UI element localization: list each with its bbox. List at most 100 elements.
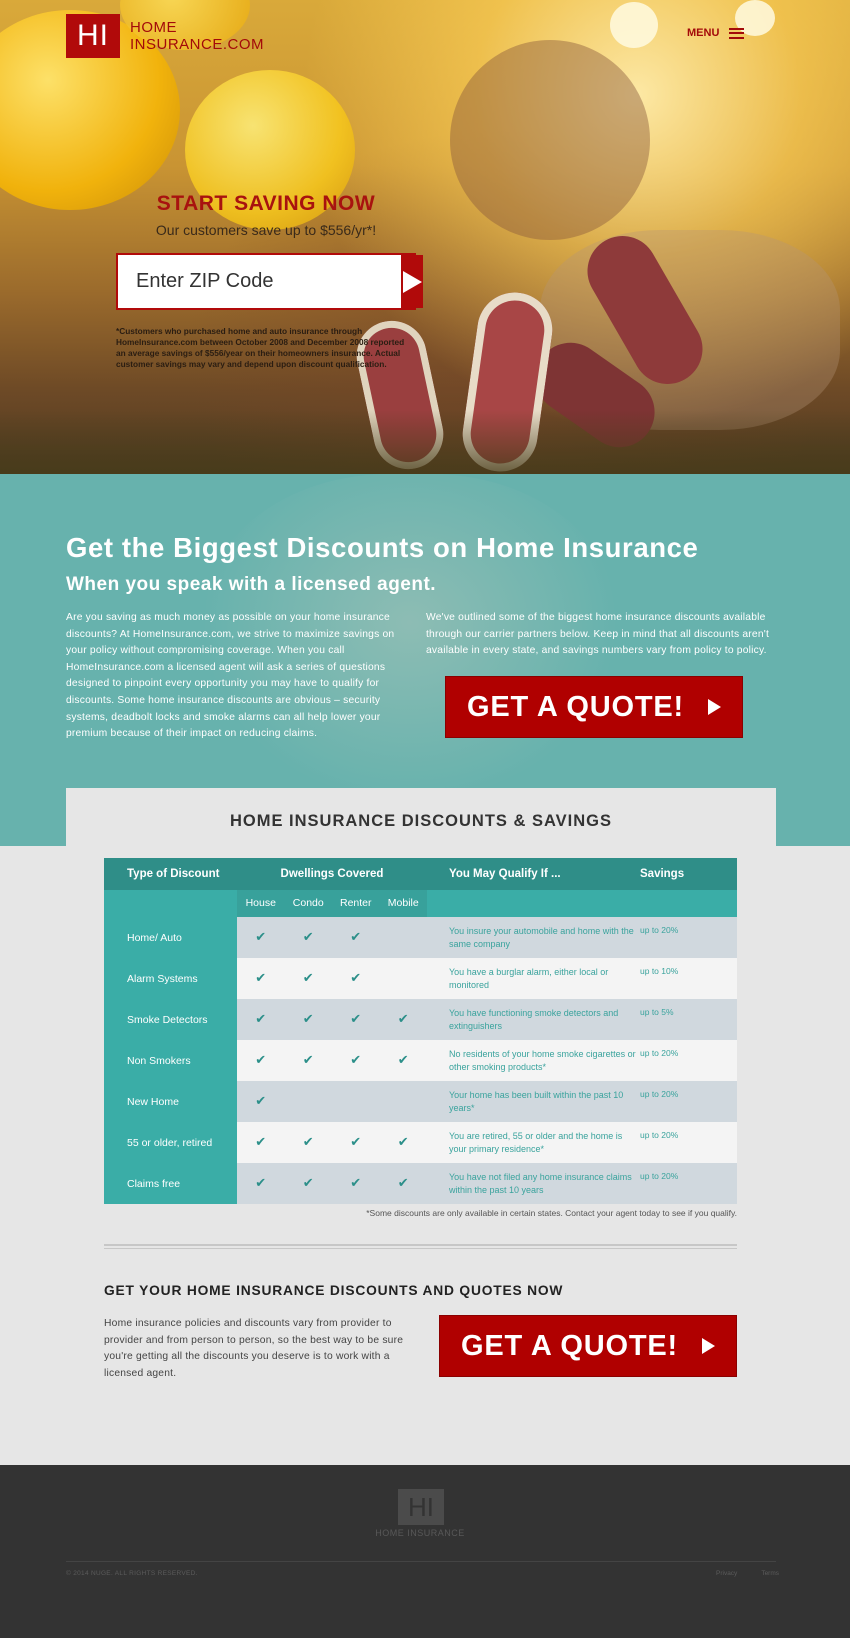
qualify-text: You are retired, 55 or older and the hom…	[427, 1122, 640, 1163]
dwelling-renter: Renter	[339, 897, 372, 909]
check-icon	[380, 958, 428, 999]
check-icon: ✔	[302, 930, 314, 945]
table-row: Alarm Systems ✔ ✔ ✔ You have a burglar a…	[104, 958, 737, 999]
qualify-text: Your home has been built within the past…	[427, 1081, 640, 1122]
site-logo[interactable]: HI HOME INSURANCE.COM	[66, 14, 264, 58]
footer-logo-text: HOME INSURANCE	[375, 1528, 465, 1538]
bokeh-light	[610, 2, 658, 48]
check-icon: ✔	[302, 971, 314, 986]
dwelling-condo: Condo	[292, 897, 324, 909]
header-type: Type of Discount	[127, 868, 220, 880]
hero-section: HI HOME INSURANCE.COM MENU START SAVING …	[0, 0, 850, 474]
check-icon: ✔	[350, 930, 362, 945]
header-savings: Savings	[640, 868, 685, 880]
terms-link[interactable]: Terms	[761, 1570, 779, 1577]
table-subheader-row: House Condo Renter Mobile	[104, 890, 737, 917]
site-footer: HI HOME INSURANCE © 2014 NUGE. ALL RIGHT…	[0, 1465, 850, 1638]
check-icon: ✔	[397, 1053, 409, 1068]
zip-submit-button[interactable]	[401, 255, 423, 308]
discounts-table-card: HOME INSURANCE DISCOUNTS & SAVINGS Type …	[66, 788, 776, 1218]
check-icon	[285, 1081, 333, 1122]
check-icon: ✔	[302, 1012, 314, 1027]
qualify-text: You have a burglar alarm, either local o…	[427, 958, 640, 999]
footer-divider	[66, 1561, 776, 1562]
logo-line-2: INSURANCE.COM	[130, 36, 265, 53]
play-arrow-icon	[403, 270, 422, 293]
check-icon: ✔	[350, 1135, 362, 1150]
privacy-link[interactable]: Privacy	[716, 1570, 737, 1577]
logo-mark: HI	[66, 14, 120, 58]
discount-type: Alarm Systems	[104, 958, 237, 999]
discount-type: Claims free	[104, 1163, 237, 1204]
check-icon: ✔	[255, 1094, 267, 1109]
savings-value: up to 20%	[640, 1040, 737, 1081]
menu-label: MENU	[687, 27, 720, 39]
check-icon	[380, 1081, 428, 1122]
dwelling-house: House	[245, 897, 276, 909]
header-dwellings: Dwellings Covered	[280, 868, 384, 880]
discount-type: 55 or older, retired	[104, 1122, 237, 1163]
zip-form	[116, 253, 423, 310]
check-icon: ✔	[302, 1053, 314, 1068]
table-row: Claims free ✔ ✔ ✔ ✔ You have not filed a…	[104, 1163, 737, 1204]
check-icon	[380, 917, 428, 958]
check-icon: ✔	[302, 1135, 314, 1150]
get-quote-button[interactable]: GET A QUOTE!	[445, 676, 743, 738]
check-icon: ✔	[255, 930, 267, 945]
get-quote-label: GET A QUOTE!	[467, 690, 684, 723]
check-icon	[332, 1081, 380, 1122]
check-icon: ✔	[255, 1053, 267, 1068]
savings-value: up to 20%	[640, 1081, 737, 1122]
table-row: New Home ✔ Your home has been built with…	[104, 1081, 737, 1122]
discounts-paragraph-right: We've outlined some of the biggest home …	[426, 612, 770, 657]
table-row: Smoke Detectors ✔ ✔ ✔ ✔ You have functio…	[104, 999, 737, 1040]
savings-value: up to 20%	[640, 1163, 737, 1204]
hero-subtitle: Our customers save up to $556/yr*!	[155, 222, 377, 238]
check-icon: ✔	[350, 1053, 362, 1068]
couple-photo	[450, 40, 650, 240]
check-icon: ✔	[397, 1012, 409, 1027]
check-icon: ✔	[255, 1176, 267, 1191]
logo-wordmark: HOME INSURANCE.COM	[130, 19, 264, 53]
savings-value: up to 5%	[640, 999, 737, 1040]
table-title: HOME INSURANCE DISCOUNTS & SAVINGS	[229, 812, 613, 830]
discounts-table: Type of Discount Dwellings Covered You M…	[104, 858, 737, 1204]
dwelling-mobile: Mobile	[387, 897, 419, 909]
grass-foreground	[0, 410, 850, 474]
qualify-text: You insure your automobile and home with…	[427, 917, 640, 958]
check-icon: ✔	[397, 1176, 409, 1191]
bottom-paragraph: Home insurance policies and discounts va…	[104, 1318, 404, 1379]
table-row: Non Smokers ✔ ✔ ✔ ✔ No residents of your…	[104, 1040, 737, 1081]
discounts-subheading: When you speak with a licensed agent.	[66, 574, 437, 595]
discount-type: New Home	[104, 1081, 237, 1122]
footer-links: Privacy Terms	[716, 1570, 779, 1577]
check-icon: ✔	[350, 1012, 362, 1027]
hamburger-icon	[729, 27, 745, 39]
zip-code-input[interactable]	[118, 255, 401, 308]
footer-copyright: © 2014 NUGE. ALL RIGHTS RESERVED.	[66, 1570, 198, 1577]
qualify-text: No residents of your home smoke cigarett…	[427, 1040, 640, 1081]
play-arrow-icon	[707, 699, 721, 715]
table-header-row: Type of Discount Dwellings Covered You M…	[104, 858, 737, 890]
savings-value: up to 10%	[640, 958, 737, 999]
hero-title: START SAVING NOW	[156, 192, 376, 215]
discounts-heading: Get the Biggest Discounts on Home Insura…	[66, 532, 699, 563]
play-arrow-icon	[701, 1338, 715, 1354]
qualify-text: You have functioning smoke detectors and…	[427, 999, 640, 1040]
savings-value: up to 20%	[640, 1122, 737, 1163]
check-icon: ✔	[255, 971, 267, 986]
table-footnote: *Some discounts are only available in ce…	[366, 1208, 737, 1218]
check-icon: ✔	[302, 1176, 314, 1191]
check-icon: ✔	[397, 1135, 409, 1150]
footer-logo-mark[interactable]: HI	[398, 1489, 444, 1525]
get-quote-button-bottom[interactable]: GET A QUOTE!	[439, 1315, 737, 1377]
header-qualify: You May Qualify If ...	[449, 868, 561, 880]
get-quote-label: GET A QUOTE!	[461, 1329, 678, 1362]
check-icon: ✔	[350, 1176, 362, 1191]
table-row: 55 or older, retired ✔ ✔ ✔ ✔ You are ret…	[104, 1122, 737, 1163]
table-row: Home/ Auto ✔ ✔ ✔ You insure your automob…	[104, 917, 737, 958]
menu-button[interactable]: MENU	[687, 27, 745, 39]
check-icon: ✔	[350, 971, 362, 986]
discount-type: Home/ Auto	[104, 917, 237, 958]
check-icon: ✔	[255, 1135, 267, 1150]
